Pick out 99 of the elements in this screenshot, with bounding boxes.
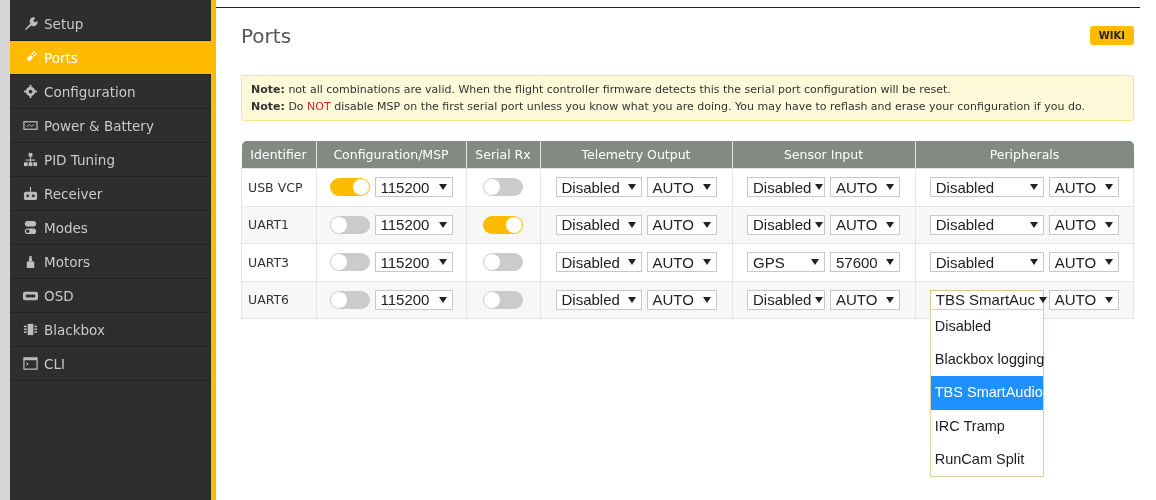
caret-icon: [815, 296, 824, 303]
sidebar-item[interactable]: PID Tuning: [10, 143, 211, 177]
toggle-switch[interactable]: [329, 215, 370, 234]
caret-icon: [702, 259, 711, 266]
dropdown[interactable]: AUTO: [646, 289, 717, 310]
sidebar-item[interactable]: Configuration: [10, 75, 211, 109]
sidebar-item[interactable]: Blackbox: [10, 313, 211, 347]
sidebar-item[interactable]: Receiver: [10, 177, 211, 211]
hierarchy-icon: [23, 152, 38, 167]
caret-icon: [811, 259, 819, 266]
table-cell: UART3: [241, 243, 316, 281]
caret-icon: [886, 259, 894, 266]
caret-icon: [702, 221, 711, 228]
terminal-icon: [23, 356, 38, 371]
battery-icon: [23, 118, 38, 133]
caret-icon: [1104, 221, 1113, 228]
toggle-switch[interactable]: [329, 253, 370, 272]
dropdown-option[interactable]: Blackbox logging: [930, 343, 1043, 377]
caret-icon: [1029, 221, 1038, 228]
table-cell: UART1: [241, 206, 316, 244]
dropdown[interactable]: Disabled: [555, 252, 642, 273]
caret-icon: [815, 221, 824, 228]
caret-icon: [627, 221, 636, 228]
dropdown[interactable]: AUTO: [1048, 289, 1119, 310]
toggle-switch[interactable]: [483, 290, 523, 309]
caret-icon: [702, 296, 711, 303]
dropdown[interactable]: AUTO: [830, 289, 900, 310]
dropdown[interactable]: 115200: [374, 252, 453, 273]
caret-icon: [438, 296, 447, 303]
caret-icon: [627, 259, 636, 266]
dropdown[interactable]: Disabled: [929, 177, 1044, 198]
table-cell: USB VCP: [241, 168, 316, 206]
caret-icon: [627, 184, 636, 191]
dropdown[interactable]: AUTO: [646, 177, 717, 198]
dropdown[interactable]: Disabled: [747, 289, 825, 310]
dropdown[interactable]: AUTO: [1048, 252, 1119, 273]
dropdown-option[interactable]: Disabled: [930, 309, 1043, 344]
dropdown[interactable]: AUTO: [830, 177, 900, 198]
caret-icon: [815, 184, 824, 191]
caret-icon: [1038, 296, 1047, 303]
gear-icon: [23, 84, 38, 99]
dropdown[interactable]: AUTO: [646, 214, 717, 235]
table-cell: UART6: [241, 281, 316, 319]
dropdown[interactable]: Disabled: [929, 214, 1044, 235]
dropdown[interactable]: Disabled: [929, 252, 1044, 273]
toggle-switch[interactable]: [483, 215, 523, 234]
toggle-switch[interactable]: [483, 253, 523, 272]
sidebar-item[interactable]: Motors: [10, 245, 211, 279]
chip-icon: [23, 322, 38, 337]
dropdown[interactable]: 115200: [374, 214, 453, 235]
caret-icon: [702, 184, 711, 191]
toggle-switch[interactable]: [329, 178, 370, 197]
dropdown[interactable]: AUTO: [830, 214, 900, 235]
dropdown-option[interactable]: RunCam Split: [930, 442, 1043, 477]
caret-icon: [1029, 259, 1038, 266]
wiki-button[interactable]: WIKI: [1089, 26, 1134, 45]
dropdown[interactable]: AUTO: [1048, 214, 1119, 235]
note-text: Note: Do NOT disable MSP on the first serial port unless you know what you are doing. You may have to reflash and erase your configuration if you do.: [251, 99, 1086, 115]
caret-icon: [1104, 259, 1113, 266]
caret-icon: [886, 184, 894, 191]
sidebar-item[interactable]: OSD: [10, 279, 211, 313]
dropdown[interactable]: Disabled: [747, 214, 825, 235]
dropdown[interactable]: GPS: [747, 252, 825, 273]
sidebar-item[interactable]: Modes: [10, 211, 211, 245]
dropdown[interactable]: TBS SmartAuc: [929, 289, 1044, 310]
dropdown[interactable]: 115200: [374, 289, 453, 310]
column-header: Configuration/MSP: [316, 141, 466, 169]
column-header: Peripherals: [915, 141, 1134, 169]
dropdown[interactable]: AUTO: [646, 252, 717, 273]
wrench-icon: [23, 16, 38, 31]
caret-icon: [1029, 184, 1038, 191]
toggle-switch[interactable]: [329, 290, 370, 309]
sidebar-item[interactable]: CLI: [10, 347, 211, 381]
caret-icon: [438, 259, 447, 266]
sidebar-item[interactable]: Power & Battery: [10, 109, 211, 143]
note-text: Note: not all combinations are valid. When the flight controller firmware detects this the serial port configuration will be reset.: [251, 82, 952, 98]
dropdown-option[interactable]: IRC Tramp: [930, 409, 1043, 443]
dropdown[interactable]: Disabled: [555, 177, 642, 198]
toggle-switch[interactable]: [483, 178, 523, 197]
dropdown[interactable]: AUTO: [1048, 177, 1119, 198]
page-title: Ports: [241, 23, 292, 48]
dropdown[interactable]: Disabled: [555, 214, 642, 235]
robot-icon: [23, 186, 38, 201]
caret-icon: [886, 296, 894, 303]
caret-icon: [438, 221, 447, 228]
caret-icon: [627, 296, 636, 303]
caret-icon: [1104, 296, 1113, 303]
column-header: Serial Rx: [466, 141, 540, 169]
caret-icon: [1104, 184, 1113, 191]
dropdown[interactable]: 57600: [830, 252, 900, 273]
dropdown[interactable]: Disabled: [555, 289, 642, 310]
column-header: Sensor Input: [732, 141, 915, 169]
column-header: Identifier: [241, 141, 316, 169]
switch-icon: [23, 220, 38, 235]
dropdown[interactable]: Disabled: [747, 177, 825, 198]
caret-icon: [886, 221, 894, 228]
column-header: Telemetry Output: [540, 141, 732, 169]
caret-icon: [438, 184, 447, 191]
dropdown[interactable]: 115200: [374, 177, 453, 198]
